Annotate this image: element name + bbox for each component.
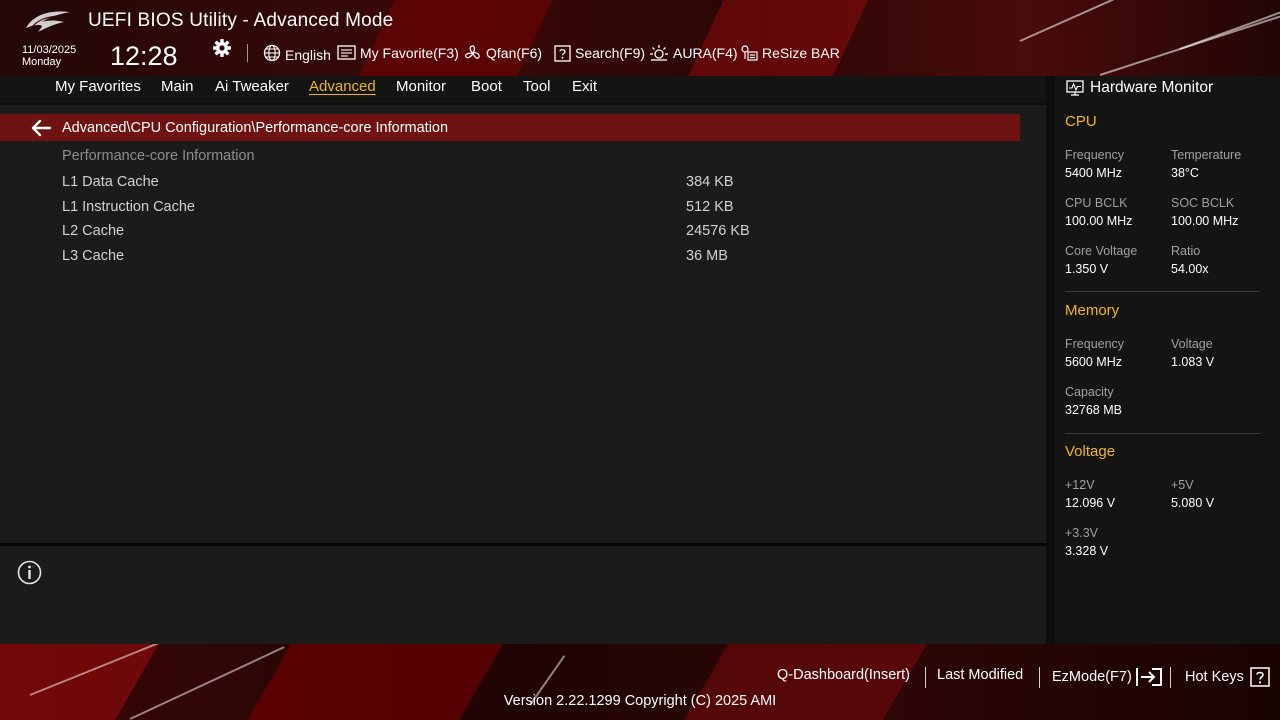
app-title: UEFI BIOS Utility - Advanced Mode	[88, 10, 394, 31]
language-label: English	[285, 47, 331, 63]
date-display: 11/03/2025 Monday	[22, 44, 76, 68]
soc-bclk-value: 100.00 MHz	[1171, 214, 1239, 228]
gear-icon[interactable]	[212, 38, 232, 58]
help-question-icon	[1250, 667, 1270, 687]
language-button[interactable]: English	[263, 43, 331, 63]
voltage-3v3-label: +3.3V	[1065, 526, 1099, 540]
memory-divider	[1065, 433, 1260, 434]
tab-advanced[interactable]: Advanced	[309, 78, 376, 95]
day-text: Monday	[22, 56, 62, 68]
l3-cache-value: 36 MB	[686, 248, 728, 264]
cpu-heading: CPU	[1065, 113, 1097, 130]
tab-main[interactable]: Main	[161, 78, 194, 95]
memory-capacity-label: Capacity	[1065, 385, 1114, 399]
cpu-frequency-label: Frequency	[1065, 148, 1125, 162]
resize-bar-button[interactable]: ReSize BAR	[740, 43, 840, 63]
memory-capacity-value: 32768 MB	[1065, 403, 1122, 417]
q-dashboard-button[interactable]: Q-Dashboard(Insert)	[777, 667, 910, 683]
tab-tool[interactable]: Tool	[523, 78, 551, 95]
memory-frequency-value: 5600 MHz	[1065, 355, 1122, 369]
cpu-bclk-value: 100.00 MHz	[1065, 214, 1133, 228]
footer-divider	[1170, 667, 1171, 688]
info-icon	[17, 560, 42, 585]
version-text: Version 2.22.1299 Copyright (C) 2025 AMI	[503, 693, 777, 709]
aura-light-icon	[650, 45, 668, 61]
ez-mode-button[interactable]: EzMode(F7)	[1052, 667, 1163, 687]
voltage-3v3-value: 3.328 V	[1065, 544, 1109, 558]
tab-my-favorites[interactable]: My Favorites	[55, 78, 141, 95]
main-panel	[0, 105, 1046, 543]
cpu-temperature-label: Temperature	[1171, 148, 1242, 162]
search-button[interactable]: Search(F9)	[554, 43, 645, 63]
voltage-5v-value: 5.080 V	[1171, 496, 1215, 510]
l2-cache-value: 24576 KB	[686, 223, 750, 239]
aura-button[interactable]: AURA(F4)	[649, 43, 738, 63]
core-voltage-label: Core Voltage	[1065, 244, 1138, 258]
qfan-button[interactable]: Qfan(F6)	[464, 43, 542, 63]
memory-heading: Memory	[1065, 302, 1120, 319]
my-favorite-label: My Favorite(F3)	[360, 45, 459, 61]
core-voltage-value: 1.350 V	[1065, 262, 1109, 276]
clock[interactable]: 12:28	[110, 41, 178, 72]
tab-ai-tweaker[interactable]: Ai Tweaker	[215, 78, 289, 95]
voltage-heading: Voltage	[1065, 443, 1116, 460]
fan-icon	[464, 45, 480, 59]
l3-cache-label[interactable]: L3 Cache	[62, 248, 124, 264]
qfan-label: Qfan(F6)	[486, 45, 543, 61]
l1-instruction-cache-value: 512 KB	[686, 199, 734, 215]
resize-bar-label: ReSize BAR	[762, 45, 840, 61]
favorite-list-icon	[337, 44, 356, 60]
search-question-icon	[554, 44, 571, 62]
tab-boot[interactable]: Boot	[471, 78, 502, 95]
exit-arrow-icon	[1135, 668, 1162, 686]
tab-monitor[interactable]: Monitor	[396, 78, 446, 95]
footer-divider	[1039, 667, 1040, 688]
tab-exit[interactable]: Exit	[572, 78, 597, 95]
cpu-bclk-label: CPU BCLK	[1065, 196, 1128, 210]
ratio-label: Ratio	[1171, 244, 1201, 258]
header-divider	[247, 44, 248, 62]
globe-icon	[263, 44, 281, 62]
memory-voltage-label: Voltage	[1171, 337, 1213, 351]
breadcrumb: Advanced\CPU Configuration\Performance-c…	[62, 120, 449, 136]
memory-voltage-value: 1.083 V	[1171, 355, 1215, 369]
l2-cache-label[interactable]: L2 Cache	[62, 223, 124, 239]
my-favorite-button[interactable]: My Favorite(F3)	[337, 43, 459, 63]
hot-keys-label: Hot Keys	[1185, 669, 1244, 685]
last-modified-button[interactable]: Last Modified	[937, 667, 1023, 683]
rog-logo	[26, 11, 70, 32]
l1-data-cache-label[interactable]: L1 Data Cache	[62, 174, 159, 190]
help-panel	[0, 546, 1046, 644]
cpu-frequency-value: 5400 MHz	[1065, 166, 1122, 180]
ez-mode-label: EzMode(F7)	[1052, 669, 1132, 685]
cpu-temperature-value: 38°C	[1171, 166, 1199, 180]
resize-bar-icon	[741, 45, 758, 61]
hardware-monitor-title: Hardware Monitor	[1090, 79, 1214, 96]
monitor-icon	[1066, 80, 1084, 96]
cpu-divider	[1065, 291, 1260, 292]
back-arrow-icon[interactable]	[30, 117, 52, 139]
soc-bclk-label: SOC BCLK	[1171, 196, 1235, 210]
l1-data-cache-value: 384 KB	[686, 174, 734, 190]
voltage-12v-value: 12.096 V	[1065, 496, 1116, 510]
footer-divider	[925, 667, 926, 688]
section-title: Performance-core Information	[62, 148, 255, 164]
l1-instruction-cache-label[interactable]: L1 Instruction Cache	[62, 199, 195, 215]
memory-frequency-label: Frequency	[1065, 337, 1125, 351]
voltage-5v-label: +5V	[1171, 478, 1194, 492]
search-label: Search(F9)	[575, 45, 646, 61]
ratio-value: 54.00x	[1171, 262, 1209, 276]
aura-label: AURA(F4)	[673, 45, 738, 61]
date-text: 11/03/2025	[22, 44, 77, 56]
voltage-12v-label: +12V	[1065, 478, 1095, 492]
hot-keys-button[interactable]: Hot Keys	[1185, 667, 1270, 687]
